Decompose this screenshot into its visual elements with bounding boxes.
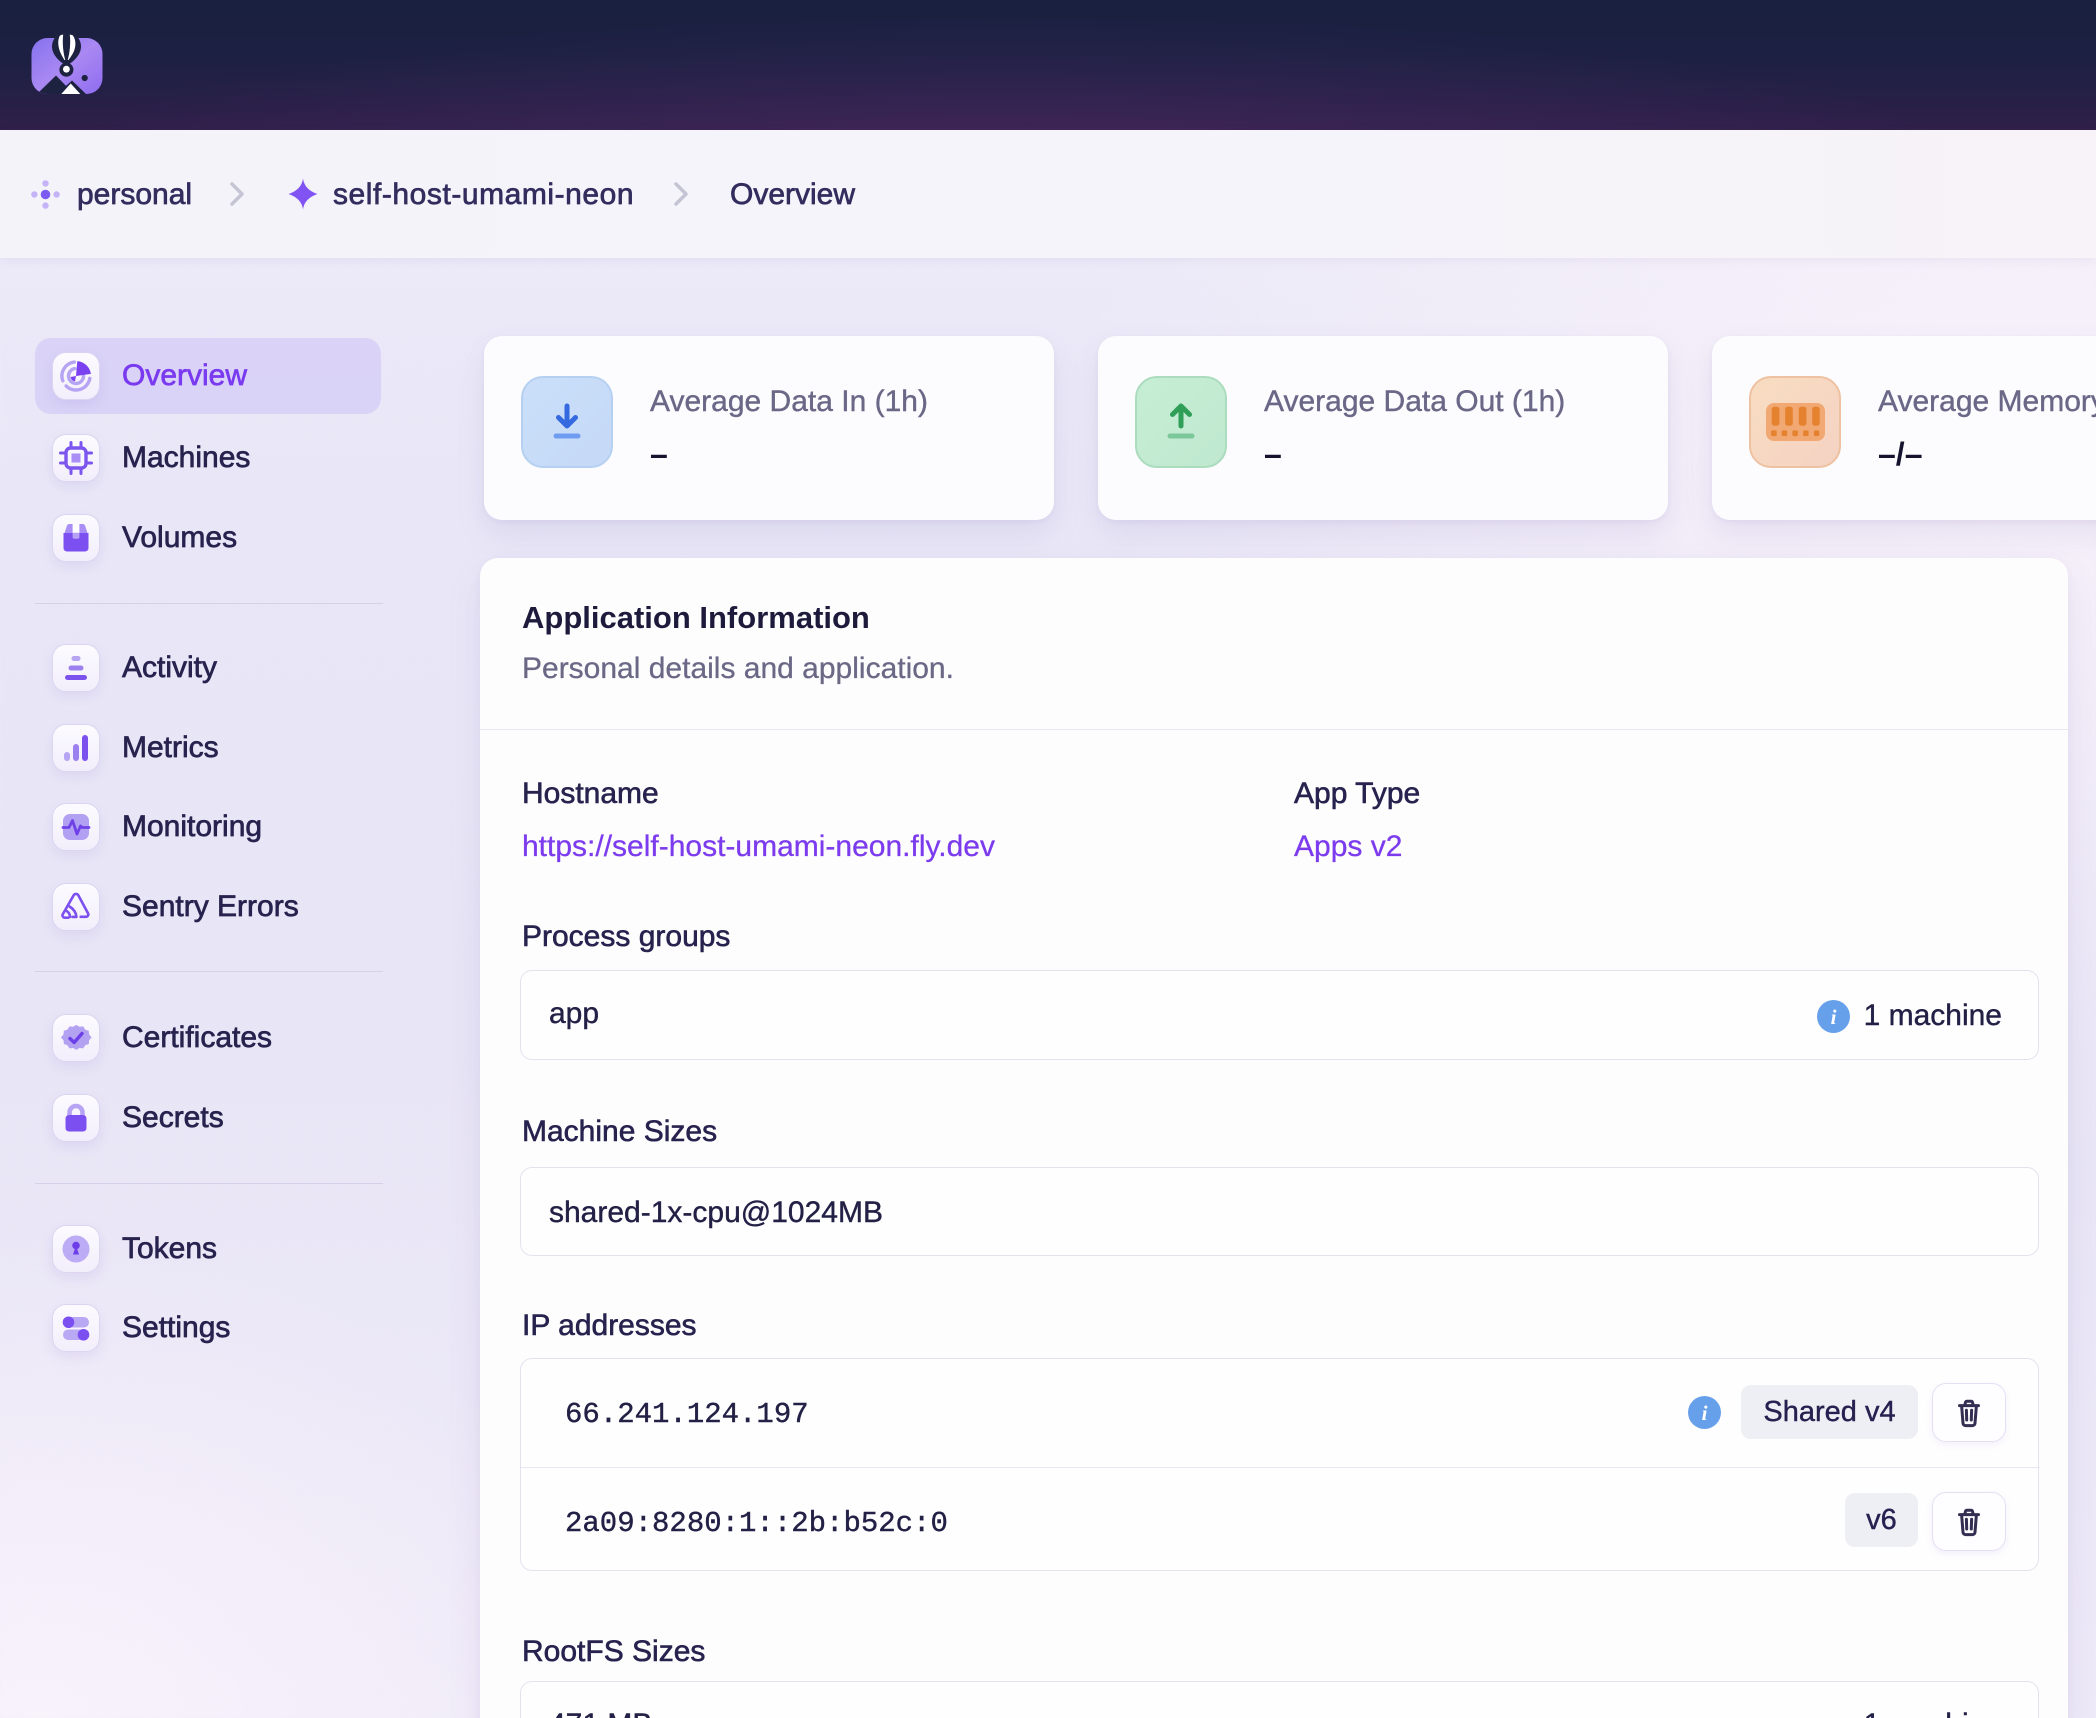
svg-text:i: i xyxy=(1702,1401,1708,1425)
svg-text:i: i xyxy=(1830,1005,1836,1029)
